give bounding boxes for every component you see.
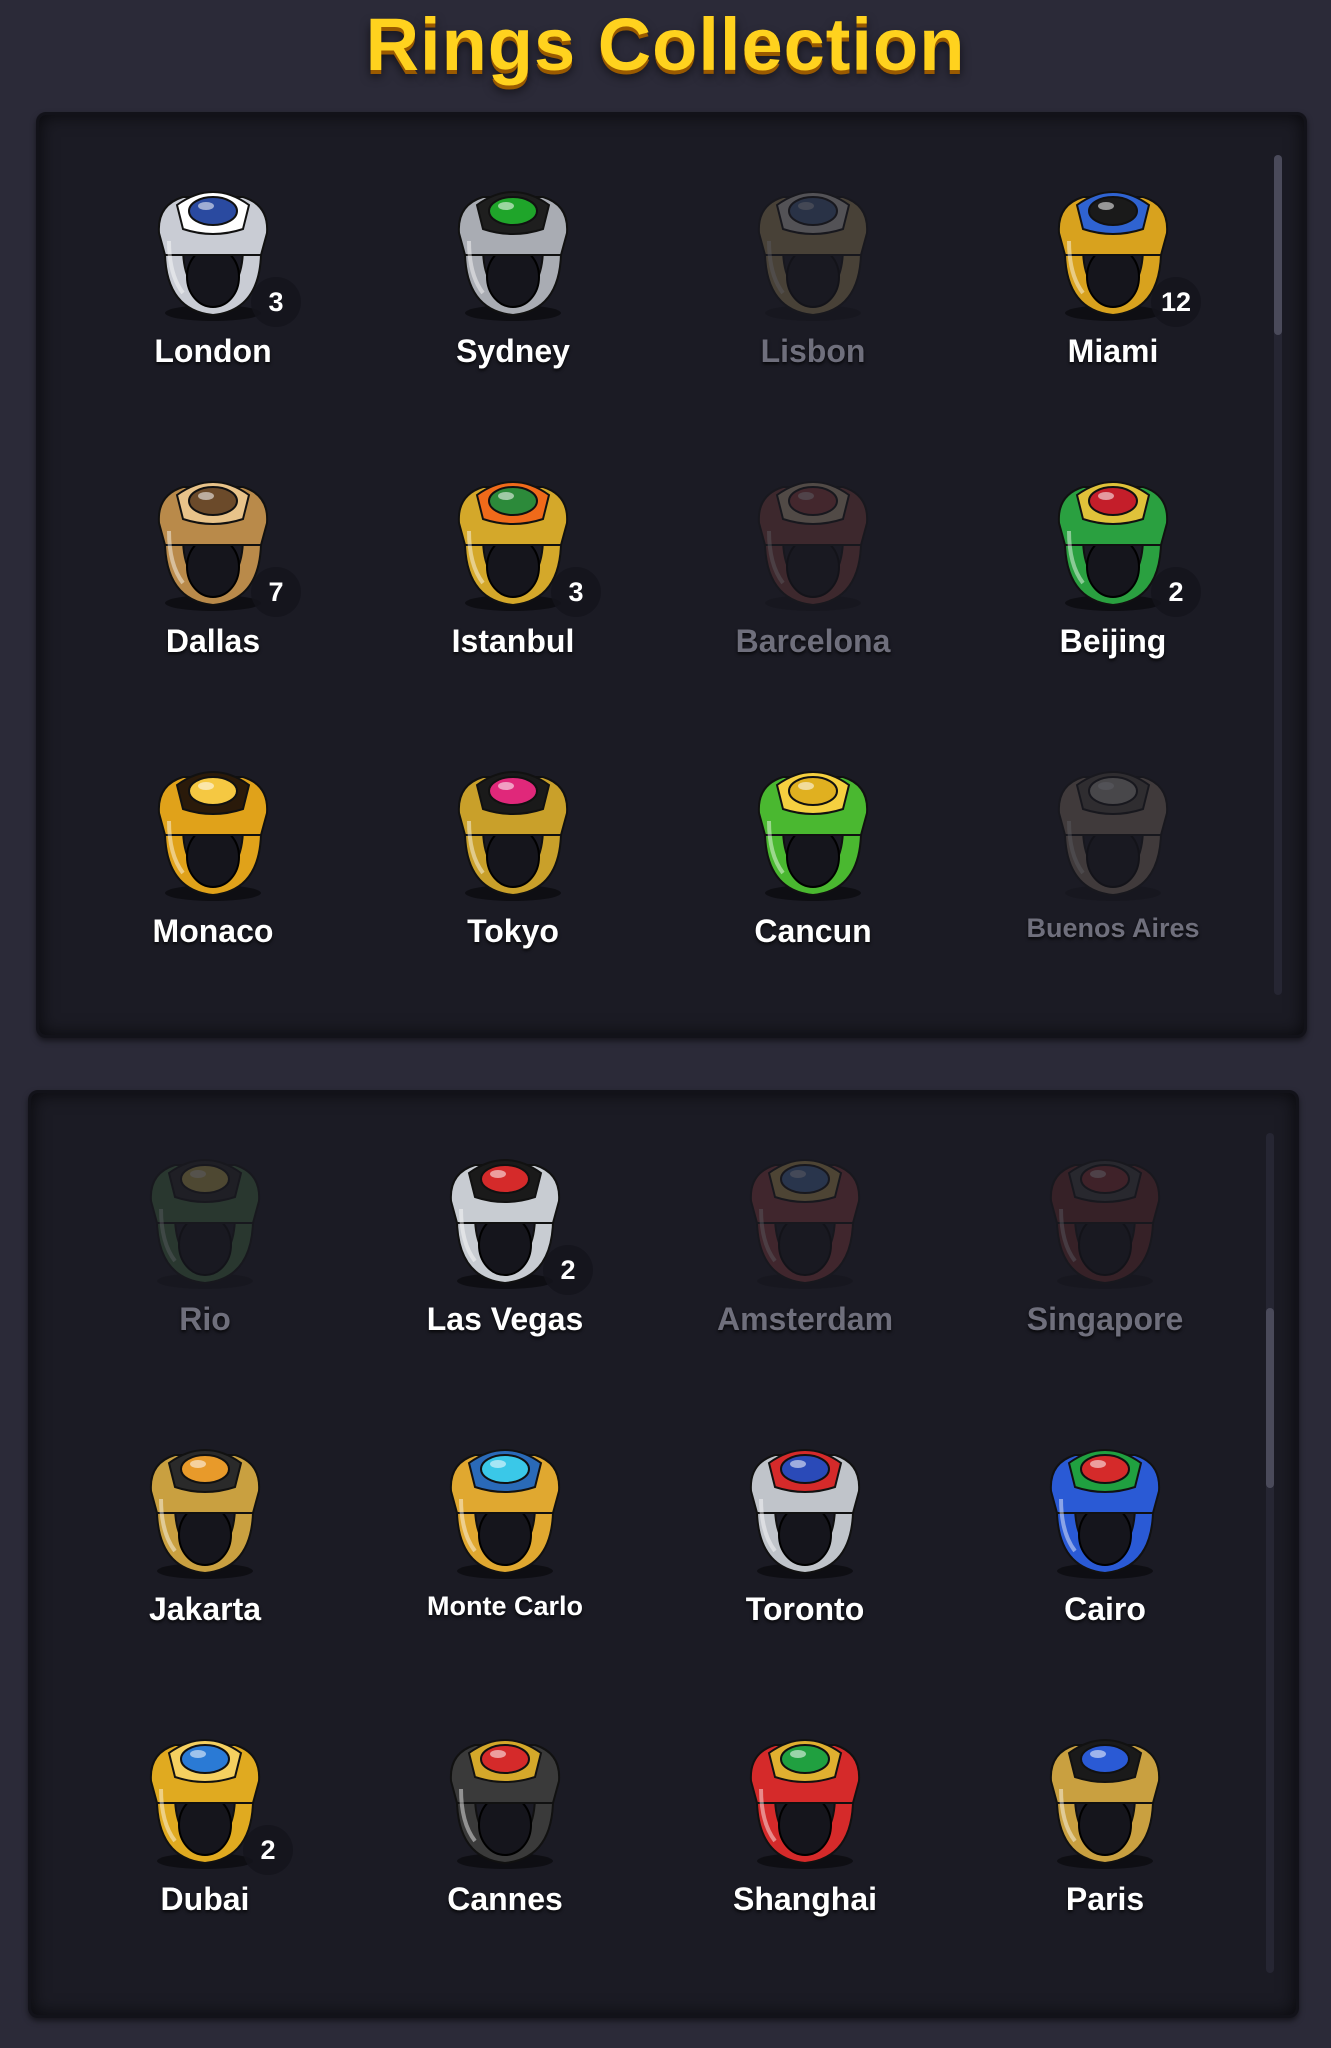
ring-label: Beijing xyxy=(1059,623,1167,659)
ring-item-barcelona[interactable]: Barcelona xyxy=(663,435,963,715)
ring-icon xyxy=(749,1159,861,1289)
ring-image xyxy=(743,465,883,615)
ring-count-badge: 2 xyxy=(1151,567,1201,617)
ring-label: Rio xyxy=(179,1301,231,1337)
ring-item-las-vegas[interactable]: 2 Las Vegas xyxy=(355,1113,655,1393)
ring-label: Cannes xyxy=(447,1881,563,1917)
ring-item-tokyo[interactable]: Tokyo xyxy=(363,725,663,1005)
ring-icon xyxy=(757,481,869,611)
ring-icon xyxy=(749,1449,861,1579)
ring-icon xyxy=(749,1739,861,1869)
ring-item-dallas[interactable]: 7 Dallas xyxy=(63,435,363,715)
ring-image xyxy=(435,1433,575,1583)
ring-icon xyxy=(757,771,869,901)
ring-label: Jakarta xyxy=(148,1591,262,1627)
ring-item-istanbul[interactable]: 3 Istanbul xyxy=(363,435,663,715)
ring-label: Miami xyxy=(1067,333,1159,369)
ring-label: Sydney xyxy=(456,333,570,369)
scrollbar-top[interactable] xyxy=(1274,155,1282,995)
ring-image xyxy=(1035,1433,1175,1583)
ring-label: Buenos Aires xyxy=(1026,913,1200,943)
rings-grid-bottom: Rio 2 Las Vegas Amsterdam Singapore Jakarta Mo… xyxy=(31,1093,1296,2015)
ring-icon xyxy=(757,191,869,321)
ring-label: Amsterdam xyxy=(716,1301,894,1337)
ring-icon xyxy=(449,1449,561,1579)
ring-label: Cairo xyxy=(1064,1591,1146,1627)
ring-image xyxy=(743,755,883,905)
ring-label: Shanghai xyxy=(732,1881,877,1917)
rings-panel-bottom[interactable]: Rio 2 Las Vegas Amsterdam Singapore Jakarta Mo… xyxy=(28,1090,1299,2018)
ring-image xyxy=(735,1723,875,1873)
ring-icon xyxy=(157,771,269,901)
ring-image xyxy=(735,1143,875,1293)
ring-image xyxy=(435,1723,575,1873)
ring-image xyxy=(743,175,883,325)
ring-item-cancun[interactable]: Cancun xyxy=(663,725,963,1005)
rings-panel-top[interactable]: 3 London Sydney Lisbon 12 Miami 7 Dallas 3 Istanb… xyxy=(36,112,1307,1038)
page-title: Rings Collection xyxy=(365,3,966,86)
ring-image xyxy=(135,1143,275,1293)
ring-item-beijing[interactable]: 2 Beijing xyxy=(963,435,1263,715)
ring-count-badge: 3 xyxy=(251,277,301,327)
ring-item-sydney[interactable]: Sydney xyxy=(363,145,663,425)
ring-count-badge: 12 xyxy=(1151,277,1201,327)
ring-item-monaco[interactable]: Monaco xyxy=(63,725,363,1005)
ring-label: Monte Carlo xyxy=(426,1591,583,1621)
ring-icon xyxy=(149,1159,261,1289)
ring-count-badge: 2 xyxy=(243,1825,293,1875)
ring-label: Cancun xyxy=(754,913,872,949)
ring-icon xyxy=(1057,771,1169,901)
ring-label: Barcelona xyxy=(735,623,891,659)
scrollbar-thumb-top[interactable] xyxy=(1274,155,1282,335)
ring-image xyxy=(1035,1723,1175,1873)
ring-count-badge: 3 xyxy=(551,567,601,617)
ring-item-jakarta[interactable]: Jakarta xyxy=(55,1403,355,1683)
ring-image xyxy=(443,755,583,905)
ring-label: Tokyo xyxy=(467,913,559,949)
rings-grid-top: 3 London Sydney Lisbon 12 Miami 7 Dallas 3 Istanb… xyxy=(39,115,1304,1035)
ring-image xyxy=(143,755,283,905)
ring-label: Istanbul xyxy=(451,623,575,659)
ring-item-cairo[interactable]: Cairo xyxy=(955,1403,1255,1683)
ring-icon xyxy=(1049,1739,1161,1869)
ring-item-london[interactable]: 3 London xyxy=(63,145,363,425)
ring-label: Monaco xyxy=(152,913,274,949)
ring-label: Dallas xyxy=(165,623,261,659)
ring-item-amsterdam[interactable]: Amsterdam xyxy=(655,1113,955,1393)
ring-image xyxy=(135,1433,275,1583)
ring-icon xyxy=(1049,1449,1161,1579)
ring-icon xyxy=(457,191,569,321)
ring-count-badge: 2 xyxy=(543,1245,593,1295)
ring-image xyxy=(735,1433,875,1583)
ring-label: Paris xyxy=(1065,1881,1145,1917)
ring-item-rio[interactable]: Rio xyxy=(55,1113,355,1393)
ring-image xyxy=(1043,755,1183,905)
ring-item-shanghai[interactable]: Shanghai xyxy=(655,1693,955,1973)
ring-item-miami[interactable]: 12 Miami xyxy=(963,145,1263,425)
ring-label: Las Vegas xyxy=(426,1301,584,1337)
ring-image xyxy=(1035,1143,1175,1293)
ring-icon xyxy=(449,1739,561,1869)
ring-icon xyxy=(457,771,569,901)
ring-label: Dubai xyxy=(160,1881,250,1917)
ring-item-monte-carlo[interactable]: Monte Carlo xyxy=(355,1403,655,1683)
ring-item-toronto[interactable]: Toronto xyxy=(655,1403,955,1683)
ring-count-badge: 7 xyxy=(251,567,301,617)
ring-image xyxy=(443,175,583,325)
ring-item-buenos-aires[interactable]: Buenos Aires xyxy=(963,725,1263,1005)
ring-item-lisbon[interactable]: Lisbon xyxy=(663,145,963,425)
ring-item-paris[interactable]: Paris xyxy=(955,1693,1255,1973)
ring-item-dubai[interactable]: 2 Dubai xyxy=(55,1693,355,1973)
ring-icon xyxy=(1049,1159,1161,1289)
ring-item-singapore[interactable]: Singapore xyxy=(955,1113,1255,1393)
ring-label: Toronto xyxy=(745,1591,865,1627)
ring-label: London xyxy=(154,333,272,369)
ring-label: Singapore xyxy=(1026,1301,1184,1337)
ring-item-cannes[interactable]: Cannes xyxy=(355,1693,655,1973)
scrollbar-thumb-bottom[interactable] xyxy=(1266,1308,1274,1488)
scrollbar-bottom[interactable] xyxy=(1266,1133,1274,1973)
ring-icon xyxy=(149,1449,261,1579)
ring-label: Lisbon xyxy=(760,333,866,369)
